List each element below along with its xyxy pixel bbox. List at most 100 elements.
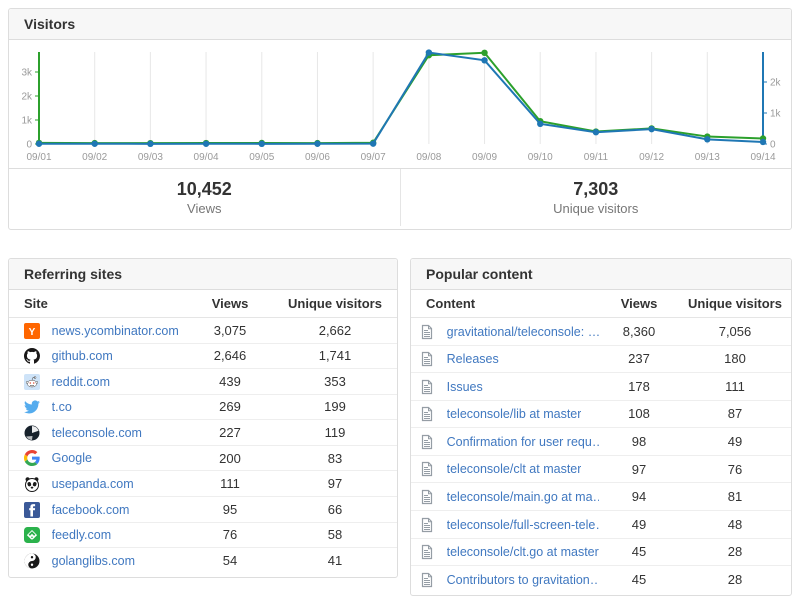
file-text-icon	[419, 461, 435, 477]
svg-text:09/06: 09/06	[305, 152, 330, 163]
table-row: usepanda.com 111 97	[9, 471, 397, 497]
table-row: teleconsole/clt.go at master 45 28	[411, 538, 791, 566]
unique-value: 353	[273, 369, 397, 395]
svg-text:Y: Y	[29, 327, 36, 338]
table-row: Google 200 83	[9, 445, 397, 471]
visitors-traffic-chart[interactable]: 01k2k3k01k2k09/0109/0209/0309/0409/0509/…	[9, 40, 791, 168]
unique-value: 1,741	[273, 343, 397, 369]
table-row: gravitational/teleconsole: UNIX shel 8,3…	[411, 318, 791, 346]
referring-site-link[interactable]: t.co	[52, 400, 72, 414]
content-link[interactable]: teleconsole/main.go at master	[447, 490, 599, 504]
unique-value: 48	[679, 510, 791, 538]
unique-value: 7,056	[679, 318, 791, 346]
file-text-icon	[419, 434, 435, 450]
views-value: 178	[599, 373, 679, 401]
views-value: 237	[599, 345, 679, 373]
referring-site-link[interactable]: Google	[52, 451, 92, 465]
facebook-favicon	[24, 502, 40, 518]
unique-value: 76	[679, 455, 791, 483]
svg-text:2k: 2k	[770, 78, 782, 89]
svg-text:09/05: 09/05	[249, 152, 274, 163]
views-value: 94	[599, 483, 679, 511]
svg-text:0: 0	[770, 140, 776, 151]
column-header-views: Views	[599, 290, 679, 318]
content-link[interactable]: teleconsole/full-screen-teleconsole	[447, 518, 599, 532]
hackernews-favicon: Y	[24, 323, 40, 339]
content-link[interactable]: gravitational/teleconsole: UNIX shel	[447, 325, 599, 339]
views-value: 3,075	[187, 318, 273, 344]
referring-sites-card: Referring sites Site Views Unique visito…	[8, 258, 398, 578]
svg-text:2k: 2k	[21, 92, 33, 103]
table-row: reddit.com 439 353	[9, 369, 397, 395]
svg-text:09/03: 09/03	[138, 152, 163, 163]
content-link[interactable]: Contributors to gravitational/teleco	[447, 573, 599, 587]
views-value: 54	[187, 548, 273, 573]
views-value: 439	[187, 369, 273, 395]
table-row: golanglibs.com 54 41	[9, 548, 397, 573]
unique-value: 180	[679, 345, 791, 373]
golanglibs-favicon	[24, 553, 40, 569]
views-total-value: 10,452	[9, 177, 400, 201]
unique-value: 49	[679, 428, 791, 456]
table-row: Contributors to gravitational/teleco 45 …	[411, 566, 791, 593]
table-row: Releases 237 180	[411, 345, 791, 373]
views-value: 95	[187, 496, 273, 522]
views-value: 2,646	[187, 343, 273, 369]
table-row: facebook.com 95 66	[9, 496, 397, 522]
file-text-icon	[419, 544, 435, 560]
content-link[interactable]: Issues	[447, 380, 483, 394]
google-favicon	[24, 450, 40, 466]
table-row: feedly.com 76 58	[9, 522, 397, 548]
unique-value: 58	[273, 522, 397, 548]
table-row: teleconsole.com 227 119	[9, 420, 397, 446]
table-row: github.com 2,646 1,741	[9, 343, 397, 369]
referring-site-link[interactable]: teleconsole.com	[52, 426, 142, 440]
referring-site-link[interactable]: golanglibs.com	[52, 554, 135, 568]
svg-text:1k: 1k	[21, 116, 33, 127]
popular-content-title: Popular content	[411, 259, 791, 290]
svg-text:0: 0	[26, 140, 32, 151]
views-value: 200	[187, 445, 273, 471]
svg-text:09/11: 09/11	[584, 152, 609, 163]
svg-text:09/04: 09/04	[194, 152, 219, 163]
file-text-icon	[419, 379, 435, 395]
svg-text:09/14: 09/14	[750, 152, 775, 163]
referring-site-link[interactable]: facebook.com	[52, 503, 130, 517]
column-header-site: Site	[9, 290, 187, 318]
referring-site-link[interactable]: reddit.com	[52, 375, 110, 389]
file-text-icon	[419, 351, 435, 367]
referring-sites-table: Site Views Unique visitors Y news.ycombi…	[9, 290, 397, 573]
content-link[interactable]: Releases	[447, 352, 499, 366]
file-text-icon	[419, 517, 435, 533]
table-row: Confirmation for user requesting to 98 4…	[411, 428, 791, 456]
table-row: teleconsole/lib at master 108 87	[411, 400, 791, 428]
content-link[interactable]: teleconsole/lib at master	[447, 407, 582, 421]
table-row: Y news.ycombinator.com 3,075 2,662	[9, 318, 397, 344]
table-row: Issues 178 111	[411, 373, 791, 401]
unique-total-stat: 7,303 Unique visitors	[400, 169, 792, 226]
referring-site-link[interactable]: news.ycombinator.com	[52, 324, 179, 338]
content-link[interactable]: teleconsole/clt at master	[447, 462, 582, 476]
referring-site-link[interactable]: usepanda.com	[52, 477, 134, 491]
referring-site-link[interactable]: feedly.com	[52, 528, 112, 542]
unique-value: 199	[273, 394, 397, 420]
unique-value: 81	[679, 483, 791, 511]
reddit-favicon	[24, 374, 40, 390]
unique-value: 119	[273, 420, 397, 446]
views-value: 108	[599, 400, 679, 428]
content-link[interactable]: teleconsole/clt.go at master	[447, 545, 599, 559]
views-total-label: Views	[9, 201, 400, 216]
column-header-unique: Unique visitors	[273, 290, 397, 318]
content-link[interactable]: Confirmation for user requesting to	[447, 435, 599, 449]
views-value: 111	[187, 471, 273, 497]
twitter-favicon	[24, 399, 40, 415]
unique-value: 2,662	[273, 318, 397, 344]
svg-text:09/02: 09/02	[82, 152, 107, 163]
unique-value: 87	[679, 400, 791, 428]
views-value: 45	[599, 566, 679, 593]
svg-text:09/13: 09/13	[695, 152, 720, 163]
views-total-stat: 10,452 Views	[9, 169, 400, 226]
views-value: 97	[599, 455, 679, 483]
svg-text:09/12: 09/12	[639, 152, 664, 163]
referring-site-link[interactable]: github.com	[52, 349, 113, 363]
